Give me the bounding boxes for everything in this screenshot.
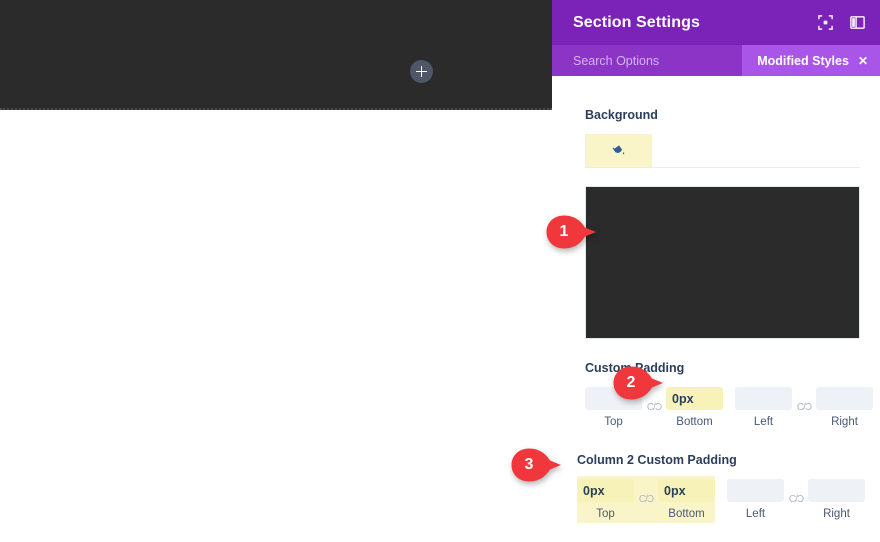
panel-body: Background Custom Padding Top C/Ɔ 0px Bo… xyxy=(552,76,880,542)
column2-padding-right-input[interactable] xyxy=(808,479,865,502)
column2-padding-bottom-input[interactable] xyxy=(658,479,715,502)
link-values-icon[interactable]: C/Ɔ xyxy=(792,396,816,419)
modified-styles-label: Modified Styles xyxy=(757,53,849,68)
panel-layout-icon[interactable] xyxy=(848,14,866,32)
section-settings-panel: Section Settings Modified Styles ✕ Backg… xyxy=(552,0,880,542)
custom-padding-horizontal-pair: Left C/Ɔ Right xyxy=(735,384,873,431)
column2-padding-left-cell: Left xyxy=(727,479,784,520)
callout-marker-2: 2 xyxy=(612,365,664,401)
custom-padding-left-label: Left xyxy=(753,416,774,428)
custom-padding-bottom-cell: Bottom xyxy=(666,387,723,428)
column2-padding-top-cell: Top xyxy=(577,479,634,520)
column2-padding-top-label: Top xyxy=(596,508,615,520)
background-tab-strip xyxy=(585,134,860,168)
column2-padding-bottom-label: Bottom xyxy=(668,508,705,520)
callout-marker-1: 1 xyxy=(545,214,597,250)
panel-search-bar: Modified Styles ✕ xyxy=(552,45,880,76)
column2-custom-padding-label: Column 2 Custom Padding xyxy=(577,453,737,467)
close-icon[interactable]: ✕ xyxy=(858,55,868,67)
column2-padding-right-label: Right xyxy=(823,508,850,520)
callout-marker-3-number: 3 xyxy=(524,456,534,473)
focus-target-icon[interactable] xyxy=(816,14,834,32)
column2-custom-padding-row: Top C/Ɔ Bottom Left C/Ɔ xyxy=(577,476,865,523)
custom-padding-right-input[interactable] xyxy=(816,387,873,410)
panel-header: Section Settings xyxy=(552,0,880,45)
callout-marker-1-number: 1 xyxy=(559,223,569,240)
background-tab-rest xyxy=(652,134,860,167)
plus-icon xyxy=(420,66,423,77)
search-input[interactable] xyxy=(552,52,743,69)
column2-padding-left-input[interactable] xyxy=(727,479,784,502)
custom-padding-left-input[interactable] xyxy=(735,387,792,410)
custom-padding-right-cell: Right xyxy=(816,387,873,428)
custom-padding-left-cell: Left xyxy=(735,387,792,428)
builder-canvas xyxy=(0,0,552,542)
link-values-icon[interactable]: C/Ɔ xyxy=(784,488,808,511)
column2-padding-vertical-pair: Top C/Ɔ Bottom xyxy=(577,476,715,523)
column2-padding-left-label: Left xyxy=(745,508,766,520)
custom-padding-bottom-input[interactable] xyxy=(666,387,723,410)
modified-styles-filter[interactable]: Modified Styles ✕ xyxy=(742,45,880,76)
page-section-dark[interactable] xyxy=(0,0,552,110)
add-module-button[interactable] xyxy=(410,60,433,83)
custom-padding-right-label: Right xyxy=(831,416,858,428)
column2-padding-horizontal-pair: Left C/Ɔ Right xyxy=(727,476,865,523)
column2-padding-bottom-cell: Bottom xyxy=(658,479,715,520)
column2-padding-top-input[interactable] xyxy=(577,479,634,502)
background-group-label: Background xyxy=(585,108,658,122)
custom-padding-bottom-label: Bottom xyxy=(676,416,713,428)
column2-padding-right-cell: Right xyxy=(808,479,865,520)
custom-padding-top-label: Top xyxy=(604,416,623,428)
column2-custom-padding-block: Column 2 Custom Padding Top C/Ɔ Bottom xyxy=(577,453,865,523)
page-title: Section Settings xyxy=(573,13,700,31)
paint-bucket-icon[interactable] xyxy=(585,134,652,167)
callout-marker-3: 3 xyxy=(510,447,562,483)
callout-marker-2-number: 2 xyxy=(626,374,636,391)
background-color-preview[interactable] xyxy=(585,186,860,339)
link-values-icon[interactable]: C/Ɔ xyxy=(634,488,658,511)
